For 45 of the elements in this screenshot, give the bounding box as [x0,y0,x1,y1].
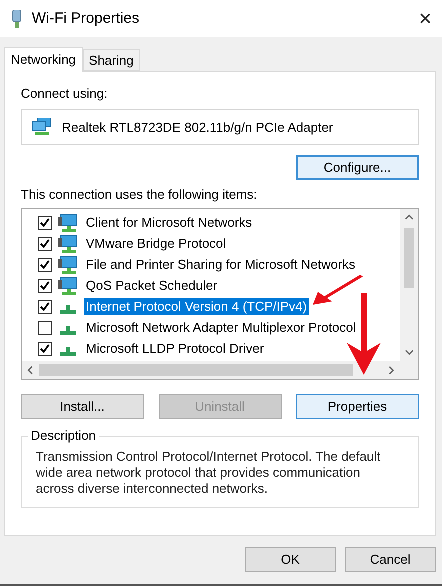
checkbox[interactable] [38,320,52,334]
scroll-down-icon[interactable] [404,348,414,357]
checkbox[interactable] [38,300,52,314]
protocol-icon [60,304,76,314]
description-title: Description [28,428,100,443]
tab[interactable]: Sharing [83,49,140,71]
scroll-left-icon[interactable] [26,366,35,374]
network-adapter-icon [32,118,52,136]
tab[interactable]: Networking [4,47,84,72]
scroll-up-icon[interactable] [404,213,414,222]
network-adapter-icon [12,10,22,28]
checkbox[interactable] [38,216,52,230]
item-button[interactable]: Properties [296,394,419,419]
network-computer-icon [58,234,78,252]
horizontal-scrollbar[interactable] [22,361,400,379]
protocol-icon [60,346,76,356]
dialog-button[interactable]: OK [245,547,336,572]
network-computer-icon [58,214,78,232]
list-item[interactable]: Client for Microsoft Networks [84,214,254,231]
list-item[interactable]: QoS Packet Scheduler [84,277,220,294]
description-text: Transmission Control Protocol/Internet Protocol. The default wide area network protocol that provides communication across diverse interconnected networks. [36,449,382,497]
items-label: This connection uses the following items: [21,187,258,202]
adapter-field: Realtek RTL8723DE 802.11b/g/n PCIe Adapter [21,109,419,145]
vertical-scrollbar[interactable] [400,209,418,361]
network-computer-icon [58,256,78,274]
list-item[interactable]: Internet Protocol Version 4 (TCP/IPv4) [84,298,310,315]
window-title: Wi-Fi Properties [32,10,141,27]
scrollbar-thumb[interactable] [404,228,414,288]
network-computer-icon [58,276,78,294]
checkbox[interactable] [38,342,52,356]
dialog-button[interactable]: Cancel [345,547,436,572]
list-item[interactable]: Microsoft Network Adapter Multiplexor Protocol [84,319,358,336]
scroll-right-icon[interactable] [387,366,396,374]
list-item[interactable]: Microsoft LLDP Protocol Driver [84,340,266,357]
scrollbar-thumb[interactable] [39,364,353,376]
connect-using-label: Connect using: [21,86,109,101]
protocol-icon [60,326,76,334]
checkbox[interactable] [38,258,52,272]
list-item[interactable]: File and Printer Sharing for Microsoft Networks [84,256,358,273]
configure-button[interactable]: Configure... [296,155,419,180]
list-item[interactable]: VMware Bridge Protocol [84,235,228,252]
checkbox[interactable] [38,278,52,292]
item-button[interactable]: Install... [21,394,144,419]
close-icon[interactable]: × [419,6,432,32]
checkbox[interactable] [38,236,52,250]
